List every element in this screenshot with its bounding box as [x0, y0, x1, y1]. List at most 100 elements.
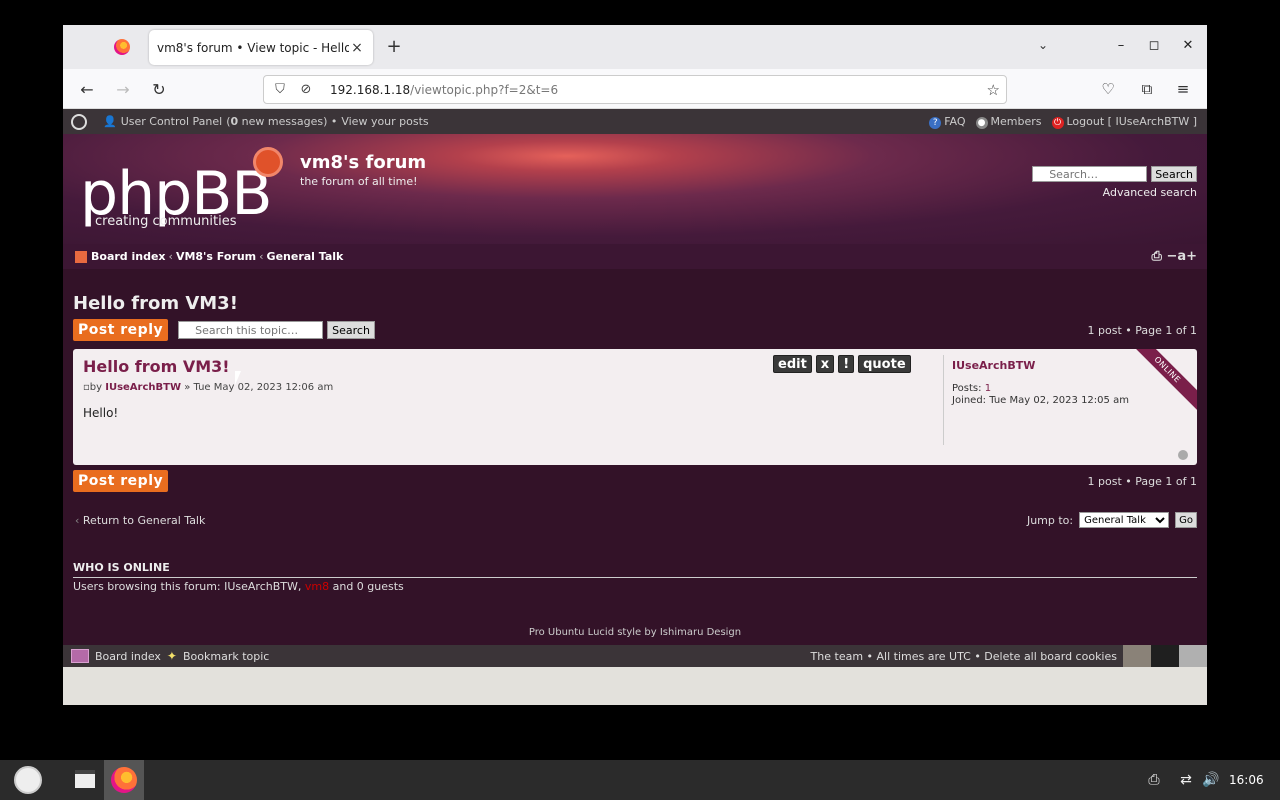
browser-window: vm8's forum • View topic - Hello from VM… [63, 25, 1207, 705]
print-icon[interactable]: ⎙ [1152, 249, 1167, 264]
faq-link[interactable]: ? FAQ [929, 114, 966, 129]
breadcrumb-forum[interactable]: VM8's Forum [176, 250, 256, 263]
firefox-icon[interactable] [114, 39, 130, 55]
header-search-button[interactable]: Search [1151, 166, 1197, 182]
jump-select[interactable]: General Talk [1079, 512, 1170, 528]
post-subject[interactable]: Hello from VM3! [83, 357, 230, 376]
lock-off-icon[interactable]: ⊘ [296, 82, 316, 97]
messages-link[interactable]: (0 new messages) • [226, 115, 337, 128]
back-to-top-icon[interactable] [1178, 450, 1188, 460]
footer-left: Board index ✦ Bookmark topic [71, 649, 269, 663]
font-size-label[interactable]: −a+ [1166, 249, 1197, 264]
logout-link[interactable]: ⏻ Logout [ IUseArchBTW ] [1051, 115, 1197, 129]
terminal-icon[interactable] [75, 770, 95, 788]
reload-icon[interactable]: ↻ [149, 80, 169, 99]
desktop: vm8's forum • View topic - Hello from VM… [0, 0, 1280, 800]
font-size-tools[interactable]: ⎙ −a+ [1152, 249, 1198, 264]
footer-board-index[interactable]: Board index [95, 650, 161, 663]
shield-icon[interactable]: ⛉ [270, 82, 290, 97]
forward-icon[interactable]: → [113, 80, 133, 99]
profile-username[interactable]: IUseArchBTW [952, 359, 1035, 372]
footer-right-links[interactable]: The team • All times are UTC • Delete al… [811, 650, 1117, 663]
network-icon[interactable]: ⇄ [1177, 772, 1195, 788]
bookmark-topic-link[interactable]: Bookmark topic [183, 650, 269, 663]
ucp-links: 👤 User Control Panel (0 new messages) • … [103, 115, 429, 128]
maximize-icon[interactable]: ◻ [1146, 38, 1162, 53]
whois-after: and 0 guests [329, 580, 404, 593]
tab-active[interactable]: vm8's forum • View topic - Hello from VM… [149, 30, 373, 65]
breadcrumb-sep: ‹ [168, 250, 173, 263]
menu-icon[interactable]: ≡ [1173, 80, 1193, 98]
printer-icon[interactable]: ⎙ [1145, 772, 1163, 788]
breadcrumb: Board index ‹ VM8's Forum ‹ General Talk… [63, 244, 1207, 269]
footer-credit[interactable]: Pro Ubuntu Lucid style by Ishimaru Desig… [63, 627, 1207, 638]
url-bar[interactable]: ⛉ ⊘ 192.168.1.18/viewtopic.php?f=2&t=6 ☆ [263, 75, 1007, 104]
back-icon[interactable]: ← [77, 80, 97, 99]
home-icon [75, 250, 87, 263]
quote-button[interactable]: quote [858, 355, 911, 373]
edit-button[interactable]: edit [773, 355, 812, 373]
post-author-link[interactable]: IUseArchBTW [105, 382, 181, 393]
forum-page: 👤 User Control Panel (0 new messages) • … [63, 109, 1207, 705]
report-button[interactable]: ! [838, 355, 855, 373]
post-reply-button-bottom[interactable]: Post reply [73, 470, 169, 492]
advanced-search-link[interactable]: Advanced search [1103, 186, 1197, 199]
volume-icon[interactable]: 🔊 [1202, 772, 1220, 788]
topic-search: Search [178, 321, 375, 339]
post: Hello from VM3! ▫by IUseArchBTW » Tue Ma… [73, 349, 1197, 465]
breadcrumb-sep: ‹ [259, 250, 264, 263]
header-search-input[interactable] [1032, 166, 1148, 182]
return-link[interactable]: ‹ Return to General Talk [75, 514, 205, 527]
tab-list-chevron-icon[interactable]: ⌄ [1038, 38, 1048, 52]
pocket-icon[interactable]: ♡ [1098, 80, 1118, 98]
extensions-icon[interactable]: ⧉ [1137, 80, 1157, 98]
topic-search-button[interactable]: Search [327, 321, 375, 339]
delete-button[interactable]: x [815, 355, 835, 373]
breadcrumb-general-talk[interactable]: General Talk [267, 250, 344, 263]
members-icon: ● [975, 116, 988, 129]
nav-bar: ← → ↻ ⛉ ⊘ 192.168.1.18/viewtopic.php?f=2… [63, 69, 1207, 109]
start-menu-icon[interactable] [14, 766, 42, 794]
post-buttons: edit x ! quote [773, 355, 911, 373]
taskbar: ⎙ ⇄ 🔊 16:06 [0, 760, 1280, 800]
forum-top-bar: 👤 User Control Panel (0 new messages) • … [63, 109, 1207, 134]
ubuntu-logo-icon [71, 113, 87, 130]
close-icon[interactable]: ✕ [1180, 38, 1196, 53]
swatch-1[interactable] [1123, 645, 1151, 667]
topic-search-input[interactable] [178, 321, 324, 339]
post-by: by [89, 382, 103, 393]
header-search: Search [1032, 166, 1197, 182]
url-text[interactable]: 192.168.1.18/viewtopic.php?f=2&t=6 [330, 83, 558, 97]
star-icon[interactable]: ☆ [987, 81, 1000, 99]
return-arrow-icon: ‹ [75, 514, 80, 527]
swatch-2[interactable] [1151, 645, 1179, 667]
profile-joined: Joined: Tue May 02, 2023 12:05 am [952, 395, 1129, 406]
post-body: Hello! [83, 406, 119, 420]
faq-label: FAQ [944, 114, 966, 128]
page-bottom-area [63, 667, 1207, 705]
page-title[interactable]: Hello from VM3! [73, 293, 238, 314]
jump-go-button[interactable]: Go [1175, 512, 1197, 528]
taskbar-firefox[interactable] [104, 760, 144, 800]
posts-value[interactable]: 1 [985, 383, 991, 394]
new-tab-button[interactable]: + [383, 36, 405, 57]
ucp-link[interactable]: User Control Panel [121, 115, 223, 128]
view-posts-link[interactable]: View your posts [341, 115, 428, 128]
site-title: vm8's forum [300, 152, 427, 173]
breadcrumb-board-index[interactable]: Board index [91, 250, 166, 263]
members-link[interactable]: ● Members [975, 115, 1042, 129]
firefox-icon [111, 767, 137, 793]
tab-title: vm8's forum • View topic - Hello from VM… [157, 40, 349, 55]
post-icon: ▫ [83, 382, 90, 393]
post-reply-button[interactable]: Post reply [73, 319, 169, 341]
whois-hidden-user[interactable]: vm8 [305, 580, 329, 593]
tab-close-icon[interactable]: × [349, 40, 365, 56]
minimize-icon[interactable]: – [1113, 38, 1129, 53]
who-is-online-text: Users browsing this forum: IUseArchBTW, … [73, 580, 404, 593]
profile-posts: Posts: 1 [952, 383, 991, 394]
user-icon: 👤 [103, 115, 117, 128]
jumpbox: Jump to: General Talk Go [1027, 512, 1197, 528]
swatch-3-trash-icon[interactable] [1179, 645, 1207, 667]
clock[interactable]: 16:06 [1229, 773, 1264, 787]
site-description: the forum of all time! [300, 175, 418, 188]
